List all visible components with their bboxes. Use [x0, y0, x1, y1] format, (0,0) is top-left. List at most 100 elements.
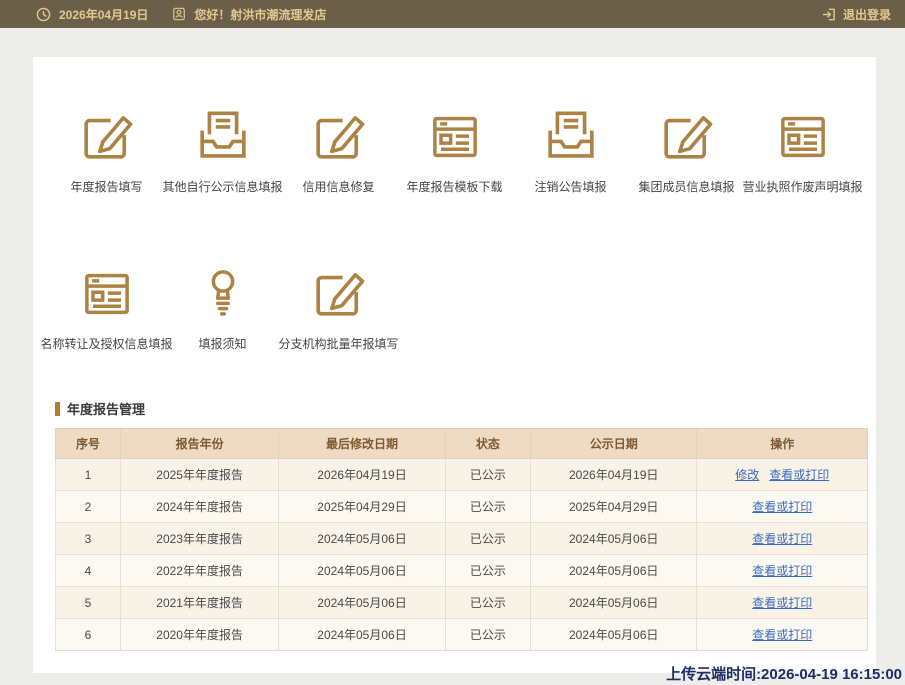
menu-item-label: 年度报告填写: [41, 179, 173, 196]
publish-date: 2024年05月06日: [530, 587, 696, 619]
report-year: 2023年年度报告: [120, 523, 278, 555]
section-title: 年度报告管理: [67, 399, 145, 418]
table-row: 52021年年度报告2024年05月06日已公示2024年05月06日查看或打印: [56, 587, 868, 619]
view-print-link[interactable]: 查看或打印: [752, 628, 812, 642]
edit-doc-icon: [77, 99, 137, 165]
modify-link[interactable]: 修改: [735, 468, 759, 482]
menu-item-4[interactable]: 年度报告模板下载: [397, 99, 513, 196]
modified-date: 2024年05月06日: [279, 619, 445, 651]
status: 已公示: [445, 459, 530, 491]
row-no: 3: [56, 523, 121, 555]
inbox-doc-icon: [193, 99, 253, 165]
edit-doc-icon: [309, 99, 369, 165]
menu-item-label: 注销公告填报: [505, 179, 637, 196]
menu-item-label: 其他自行公示信息填报: [157, 179, 289, 196]
status: 已公示: [445, 491, 530, 523]
report-year: 2024年年度报告: [120, 491, 278, 523]
status: 已公示: [445, 619, 530, 651]
logout-icon: [821, 7, 836, 22]
user-greeting: 您好！射洪市潮流理发店: [194, 6, 326, 23]
user-icon: [172, 7, 186, 21]
view-print-link[interactable]: 查看或打印: [752, 596, 812, 610]
row-no: 6: [56, 619, 121, 651]
actions-cell: 查看或打印: [697, 587, 868, 619]
modified-date: 2026年04月19日: [279, 459, 445, 491]
menu-item-6[interactable]: 集团成员信息填报: [629, 99, 745, 196]
actions-cell: 查看或打印: [697, 619, 868, 651]
status: 已公示: [445, 523, 530, 555]
status: 已公示: [445, 555, 530, 587]
window-doc-icon: [773, 99, 833, 165]
menu-item-8[interactable]: 名称转让及授权信息填报: [49, 256, 165, 353]
report-year: 2022年年度报告: [120, 555, 278, 587]
table-row: 12025年年度报告2026年04月19日已公示2026年04月19日修改查看或…: [56, 459, 868, 491]
user-group: 您好！射洪市潮流理发店: [172, 6, 326, 23]
actions-cell: 修改查看或打印: [697, 459, 868, 491]
report-year: 2021年年度报告: [120, 587, 278, 619]
table-header-cell: 最后修改日期: [279, 429, 445, 459]
row-no: 4: [56, 555, 121, 587]
view-print-link[interactable]: 查看或打印: [752, 532, 812, 546]
section-header: 年度报告管理: [55, 399, 876, 418]
topbar: 2026年04月19日 您好！射洪市潮流理发店 退出登录: [0, 0, 905, 28]
table-row: 22024年年度报告2025年04月29日已公示2025年04月29日查看或打印: [56, 491, 868, 523]
modified-date: 2024年05月06日: [279, 523, 445, 555]
report-year: 2020年年度报告: [120, 619, 278, 651]
edit-doc-icon: [309, 256, 369, 322]
table-row: 32023年年度报告2024年05月06日已公示2024年05月06日查看或打印: [56, 523, 868, 555]
menu-item-label: 名称转让及授权信息填报: [41, 336, 173, 353]
menu-item-label: 填报须知: [157, 336, 289, 353]
edit-doc-icon: [657, 99, 717, 165]
menu-item-label: 分支机构批量年报填写: [273, 336, 405, 353]
status: 已公示: [445, 587, 530, 619]
bulb-icon: [195, 256, 251, 322]
menu-item-label: 年度报告模板下载: [389, 179, 521, 196]
publish-date: 2024年05月06日: [530, 523, 696, 555]
menu-item-1[interactable]: 年度报告填写: [49, 99, 165, 196]
menu-item-7[interactable]: 营业执照作废声明填报: [745, 99, 861, 196]
report-year: 2025年年度报告: [120, 459, 278, 491]
publish-date: 2026年04月19日: [530, 459, 696, 491]
clock-icon: [36, 7, 51, 22]
menu-item-3[interactable]: 信用信息修复: [281, 99, 397, 196]
modified-date: 2025年04月29日: [279, 491, 445, 523]
menu-item-5[interactable]: 注销公告填报: [513, 99, 629, 196]
table-header-cell: 公示日期: [530, 429, 696, 459]
view-print-link[interactable]: 查看或打印: [752, 564, 812, 578]
menu-item-2[interactable]: 其他自行公示信息填报: [165, 99, 281, 196]
publish-date: 2025年04月29日: [530, 491, 696, 523]
view-print-link[interactable]: 查看或打印: [769, 468, 829, 482]
annual-report-table: 序号报告年份最后修改日期状态公示日期操作 12025年年度报告2026年04月1…: [55, 428, 868, 651]
menu-item-label: 集团成员信息填报: [621, 179, 753, 196]
table-row: 42022年年度报告2024年05月06日已公示2024年05月06日查看或打印: [56, 555, 868, 587]
modified-date: 2024年05月06日: [279, 587, 445, 619]
table-header-cell: 报告年份: [120, 429, 278, 459]
menu-item-label: 信用信息修复: [273, 179, 405, 196]
publish-date: 2024年05月06日: [530, 555, 696, 587]
annual-report-table-wrap: 序号报告年份最后修改日期状态公示日期操作 12025年年度报告2026年04月1…: [55, 428, 868, 651]
table-header-cell: 操作: [697, 429, 868, 459]
actions-cell: 查看或打印: [697, 555, 868, 587]
current-date: 2026年04月19日: [59, 6, 148, 23]
row-no: 2: [56, 491, 121, 523]
row-no: 1: [56, 459, 121, 491]
row-no: 5: [56, 587, 121, 619]
menu-grid: 年度报告填写 其他自行公示信息填报 信用信息修复 年度报告模板下载 注销公告填报: [33, 57, 876, 379]
logout-button[interactable]: 退出登录: [821, 6, 891, 23]
table-header-cell: 状态: [445, 429, 530, 459]
menu-item-10[interactable]: 分支机构批量年报填写: [281, 256, 397, 353]
actions-cell: 查看或打印: [697, 491, 868, 523]
menu-item-9[interactable]: 填报须知: [165, 256, 281, 353]
menu-item-label: 营业执照作废声明填报: [737, 179, 869, 196]
publish-date: 2024年05月06日: [530, 619, 696, 651]
window-doc-icon: [425, 99, 485, 165]
date-group: 2026年04月19日: [36, 6, 148, 23]
window-doc-icon: [77, 256, 137, 322]
table-header-cell: 序号: [56, 429, 121, 459]
upload-time: 上传云端时间:2026-04-19 16:15:00: [666, 663, 902, 684]
modified-date: 2024年05月06日: [279, 555, 445, 587]
section-marker: [55, 402, 60, 416]
logout-label: 退出登录: [843, 6, 891, 23]
view-print-link[interactable]: 查看或打印: [752, 500, 812, 514]
main-card: 年度报告填写 其他自行公示信息填报 信用信息修复 年度报告模板下载 注销公告填报: [33, 57, 876, 673]
